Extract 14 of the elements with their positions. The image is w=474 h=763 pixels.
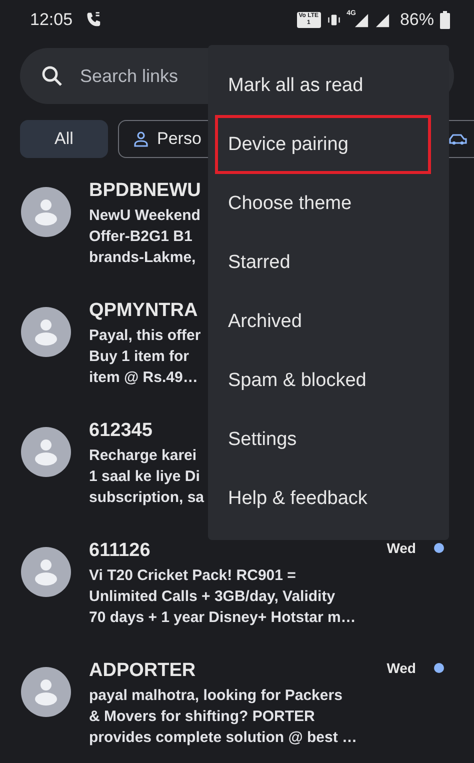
message-preview: Recharge karei 1 saal ke liye Di subscription, sa: [89, 446, 204, 508]
status-time: 12:05: [30, 10, 73, 30]
message-preview: Payal, this offer Buy 1 item for item @ Rs.49…: [89, 326, 201, 388]
sender-name: BPDBNEWU: [89, 180, 201, 202]
sender-name: 612345: [89, 420, 152, 442]
message-preview: NewU Weekend Offer-B2G1 B1 brands-Lakme,: [89, 206, 200, 268]
message-time: Wed: [386, 660, 416, 676]
message-preview: Vi T20 Cricket Pack! RC901 = Unlimited Calls + 3GB/day, Validity 70 days + 1 year Disney+ Hotstar m…: [89, 566, 356, 628]
battery-percent: 86%: [400, 10, 434, 30]
sender-name: 611126: [89, 540, 150, 562]
message-preview: payal malhotra, looking for Packers & Movers for shifting? PORTER provides complete solution @ best …: [89, 686, 358, 748]
message-time: Wed: [386, 540, 416, 556]
sender-name: ADPORTER: [89, 660, 196, 682]
sender-name: QPMYNTRA: [89, 300, 198, 322]
